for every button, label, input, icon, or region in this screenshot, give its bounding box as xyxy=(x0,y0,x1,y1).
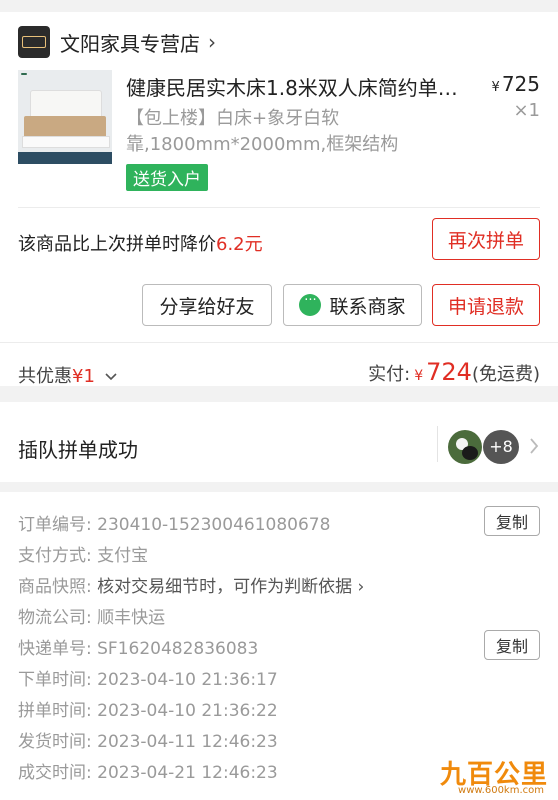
price-drop-amount: 6.2元 xyxy=(216,234,263,255)
price-currency: ¥ xyxy=(491,80,500,95)
divider xyxy=(18,207,540,208)
logistics-company-row: 物流公司: 顺丰快运 xyxy=(18,603,165,628)
order-time-row: 下单时间: 2023-04-10 21:36:17 xyxy=(18,665,278,690)
divider xyxy=(0,342,558,343)
divider xyxy=(437,426,438,462)
rebuy-button[interactable]: 再次拼单 xyxy=(432,218,540,260)
group-status-title: 插队拼单成功 xyxy=(18,438,138,462)
chevron-right-icon: › xyxy=(208,30,216,54)
info-label: 订单编号: xyxy=(18,515,92,535)
product-title[interactable]: 健康民居实木床1.8米双人床简约单… xyxy=(126,72,471,101)
delivery-badge: 送货入户 xyxy=(126,164,208,191)
price-value: 725 xyxy=(501,72,540,96)
ship-time-row: 发货时间: 2023-04-11 12:46:23 xyxy=(18,727,278,752)
order-time-value: 2023-04-10 21:36:17 xyxy=(97,670,278,690)
order-number-value: 230410-152300461080678 xyxy=(97,515,331,535)
group-time-row: 拼单时间: 2023-04-10 21:36:22 xyxy=(18,696,278,721)
product-price: ¥725 xyxy=(492,72,540,96)
paid-label: 实付: xyxy=(368,364,411,385)
tracking-number-value: SF1620482836083 xyxy=(97,639,259,659)
discount-value: ¥1 xyxy=(72,366,95,387)
copy-tracking-number-button[interactable]: 复制 xyxy=(484,630,540,660)
info-label: 下单时间: xyxy=(18,670,92,690)
product-image-tag xyxy=(21,73,27,75)
watermark-url: www.600km.com xyxy=(458,785,544,796)
product-image[interactable] xyxy=(18,70,112,164)
payment-method-row: 支付方式: 支付宝 xyxy=(18,541,148,566)
paid-amount: 724 xyxy=(426,358,472,386)
order-number-row: 订单编号: 230410-152300461080678 xyxy=(18,510,330,535)
store-header[interactable]: 文阳家具专营店 › xyxy=(18,26,216,58)
product-quantity: ×1 xyxy=(513,100,540,121)
chat-icon xyxy=(299,293,322,316)
info-label: 发货时间: xyxy=(18,732,92,752)
avatar xyxy=(448,430,482,464)
site-watermark: 九百公里 www.600km.com xyxy=(422,752,554,796)
group-time-value: 2023-04-10 21:36:22 xyxy=(97,701,278,721)
snapshot-row[interactable]: 商品快照: 核对交易细节时，可作为判断依据 › xyxy=(18,572,364,597)
info-label: 物流公司: xyxy=(18,608,92,628)
order-item-card: 文阳家具专营店 › 健康民居实木床1.8米双人床简约单… 【包上楼】白床+象牙白… xyxy=(0,12,558,388)
info-label: 拼单时间: xyxy=(18,701,92,721)
info-label: 快递单号: xyxy=(18,639,92,659)
paid-summary: 实付: ¥724(免运费) xyxy=(368,358,540,386)
order-info-card: 订单编号: 230410-152300461080678 复制 支付方式: 支付… xyxy=(0,492,558,800)
store-name[interactable]: 文阳家具专营店 xyxy=(60,28,200,57)
complete-time-row: 成交时间: 2023-04-21 12:46:23 xyxy=(18,758,278,783)
group-buy-card[interactable]: 插队拼单成功 +8 xyxy=(0,402,558,482)
chevron-right-icon xyxy=(530,438,539,454)
refund-button[interactable]: 申请退款 xyxy=(432,284,540,326)
chevron-down-icon xyxy=(105,373,117,381)
copy-order-number-button[interactable]: 复制 xyxy=(484,506,540,536)
info-label: 商品快照: xyxy=(18,577,92,597)
info-label: 成交时间: xyxy=(18,763,92,783)
share-button[interactable]: 分享给好友 xyxy=(142,284,272,326)
paid-currency: ¥ xyxy=(414,368,424,384)
discount-label: 共优惠 xyxy=(18,366,72,387)
product-spec: 【包上楼】白床+象牙白软靠,1800mm*2000mm,框架结构 xyxy=(126,108,399,155)
price-drop-prefix: 该商品比上次拼单时降价 xyxy=(18,234,216,255)
snapshot-link[interactable]: 核对交易细节时，可作为判断依据 › xyxy=(97,577,364,597)
store-logo xyxy=(18,26,50,58)
shipping-note: (免运费) xyxy=(471,364,540,385)
contact-seller-label: 联系商家 xyxy=(329,295,406,318)
member-count-badge: +8 xyxy=(483,430,519,464)
tracking-number-row: 快递单号: SF1620482836083 xyxy=(18,634,258,659)
discount-summary[interactable]: 共优惠¥1 xyxy=(18,362,118,388)
info-label: 支付方式: xyxy=(18,546,92,566)
logistics-company-value: 顺丰快运 xyxy=(97,608,166,628)
contact-seller-button[interactable]: 联系商家 xyxy=(283,284,422,326)
payment-method-value: 支付宝 xyxy=(97,546,149,566)
ship-time-value: 2023-04-11 12:46:23 xyxy=(97,732,278,752)
price-drop-notice: 该商品比上次拼单时降价6.2元 xyxy=(18,230,263,256)
complete-time-value: 2023-04-21 12:46:23 xyxy=(97,763,278,783)
